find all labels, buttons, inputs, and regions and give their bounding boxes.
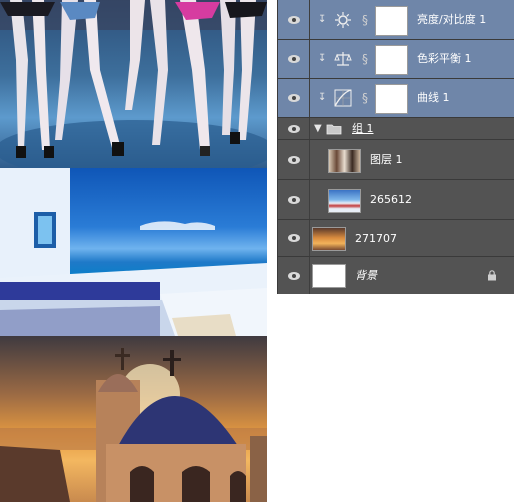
layer-row-color-balance[interactable]: ↧ § 色彩平衡 1 <box>278 40 514 79</box>
layer-row-265612[interactable]: 265612 <box>278 180 514 220</box>
layer-name: 图层 1 <box>370 153 403 166</box>
layer-row-layer-1[interactable]: 图层 1 <box>278 140 514 180</box>
eye-icon <box>287 155 300 164</box>
chain-link-icon[interactable]: § <box>362 13 371 27</box>
layers-panel: ↧ § 亮度/对比度 1 ↧ § 色彩平衡 1 ↧ § 曲线 1 ▼ 组 1 图… <box>277 0 514 294</box>
clipping-arrow-icon: ↧ <box>318 53 327 64</box>
visibility-toggle[interactable] <box>278 40 310 78</box>
layer-mask-thumbnail[interactable] <box>375 6 408 36</box>
visibility-toggle[interactable] <box>278 79 310 117</box>
eye-icon <box>287 271 300 280</box>
visibility-toggle[interactable] <box>278 180 310 219</box>
layer-thumbnail[interactable] <box>312 264 346 288</box>
layer-thumbnail[interactable] <box>328 149 361 173</box>
layer-row-background[interactable]: 背景 <box>278 257 514 294</box>
layer-name: 亮度/对比度 1 <box>417 13 487 26</box>
church-illustration <box>0 348 267 502</box>
chain-link-icon[interactable]: § <box>362 91 371 105</box>
brightness-contrast-icon <box>335 12 351 28</box>
layer-name: 曲线 1 <box>417 91 450 104</box>
curves-icon <box>334 89 352 107</box>
eye-icon <box>287 195 300 204</box>
expand-triangle-icon[interactable]: ▼ <box>314 123 322 135</box>
layer-row-group[interactable]: ▼ 组 1 <box>278 118 514 140</box>
eye-icon <box>287 15 300 24</box>
layer-mask-thumbnail[interactable] <box>375 45 408 75</box>
eye-icon <box>287 94 300 102</box>
layer-name: 组 1 <box>352 122 374 135</box>
clipping-arrow-icon: ↧ <box>318 92 327 103</box>
layer-name: 背景 <box>355 269 377 282</box>
folder-icon <box>326 124 342 135</box>
eye-icon <box>287 55 300 63</box>
color-balance-icon <box>334 52 352 66</box>
visibility-toggle[interactable] <box>278 257 310 294</box>
layer-row-curves[interactable]: ↧ § 曲线 1 <box>278 79 514 118</box>
lock-icon <box>488 270 496 281</box>
photo-sunset-church <box>0 336 267 502</box>
visibility-toggle[interactable] <box>278 220 310 256</box>
seaside-illustration <box>0 168 267 336</box>
chain-link-icon[interactable]: § <box>362 52 371 66</box>
layer-name: 271707 <box>355 232 397 245</box>
photo-seaside-terrace <box>0 168 267 336</box>
visibility-toggle[interactable] <box>278 140 310 179</box>
layer-row-271707[interactable]: 271707 <box>278 220 514 257</box>
layer-name: 265612 <box>370 193 412 206</box>
visibility-toggle[interactable] <box>278 0 310 39</box>
models-illustration <box>0 0 267 168</box>
photo-models-legs <box>0 0 267 168</box>
layer-thumbnail[interactable] <box>328 189 361 213</box>
clipping-arrow-icon: ↧ <box>318 14 327 25</box>
layer-name: 色彩平衡 1 <box>417 52 472 65</box>
layer-row-brightness-contrast[interactable]: ↧ § 亮度/对比度 1 <box>278 0 514 40</box>
layer-mask-thumbnail[interactable] <box>375 84 408 114</box>
visibility-toggle[interactable] <box>278 118 310 139</box>
eye-icon <box>287 234 300 242</box>
eye-icon <box>287 124 300 133</box>
layer-thumbnail[interactable] <box>312 227 346 251</box>
